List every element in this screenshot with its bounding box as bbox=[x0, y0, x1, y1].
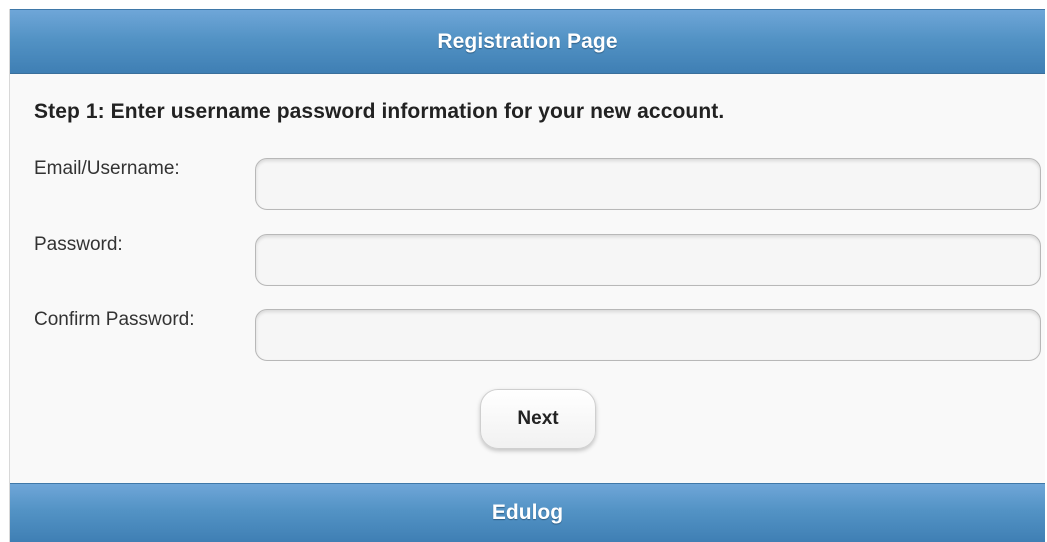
confirm-password-input[interactable] bbox=[255, 309, 1041, 361]
next-button[interactable]: Next bbox=[480, 389, 596, 449]
confirm-password-field-row: Confirm Password: bbox=[10, 309, 1045, 365]
password-field-row: Password: bbox=[10, 234, 1045, 290]
footer-title: Edulog bbox=[491, 501, 564, 524]
confirm-password-label: Confirm Password: bbox=[34, 309, 195, 330]
password-input[interactable] bbox=[255, 234, 1041, 286]
password-label: Password: bbox=[34, 234, 123, 255]
email-input[interactable] bbox=[255, 158, 1041, 210]
footer-bar: Edulog bbox=[10, 483, 1045, 542]
email-label: Email/Username: bbox=[34, 158, 180, 179]
page-frame: Registration Page Step 1: Enter username… bbox=[9, 9, 1045, 542]
header-bar: Registration Page bbox=[10, 9, 1045, 74]
registration-form: Step 1: Enter username password informat… bbox=[10, 74, 1045, 484]
email-field-row: Email/Username: bbox=[10, 158, 1045, 214]
step-heading: Step 1: Enter username password informat… bbox=[34, 100, 725, 123]
page-title: Registration Page bbox=[437, 29, 618, 53]
